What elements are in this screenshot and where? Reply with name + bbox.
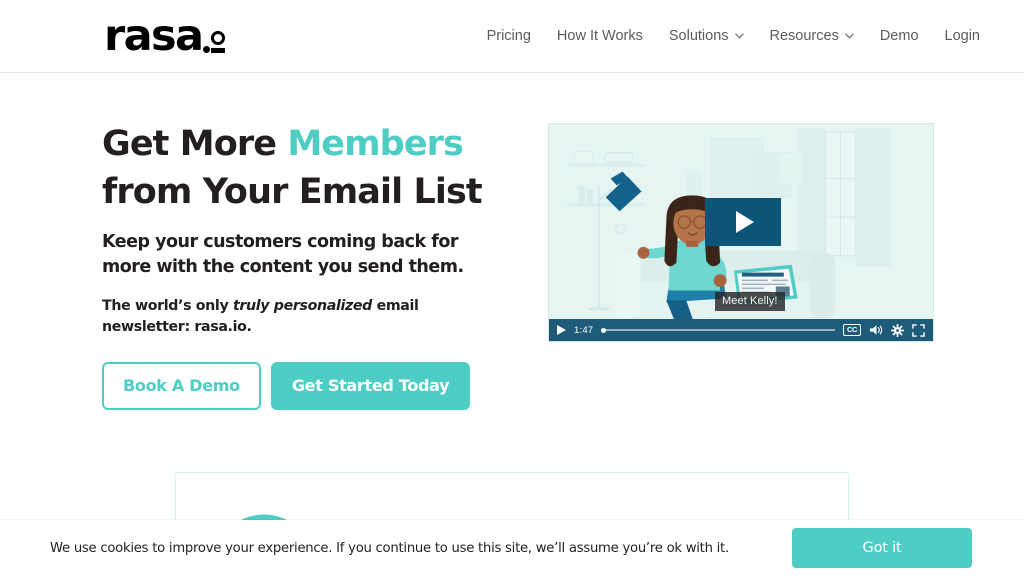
video-timestamp: 1:47 [574,324,594,336]
logo-underline-icon [211,48,226,54]
lede-emphasis: truly personalized [232,297,372,314]
hero-lede: The world’s only truly personalized emai… [102,296,432,338]
video-control-bar: 1:47 CC [549,319,933,341]
nav-label: Resources [769,28,839,44]
play-icon[interactable] [557,325,566,335]
cookie-message: We use cookies to improve your experienc… [50,540,729,556]
closed-captions-button[interactable]: CC [842,323,861,337]
get-started-today-button[interactable]: Get Started Today [270,361,471,410]
logo-io-mark [203,20,226,54]
cookie-consent-banner: We use cookies to improve your experienc… [0,520,1024,576]
main-navigation: Pricing How It Works Solutions Resources… [487,28,980,44]
nav-label: Demo [879,28,919,44]
headline-text-2: from Your Email List [102,171,483,212]
settings-button[interactable] [891,323,904,337]
hero-section: Get More Members from Your Email List Ke… [0,73,1024,410]
nav-item-demo[interactable]: Demo [880,28,919,44]
site-logo[interactable]: rasa [104,10,226,61]
nav-item-login[interactable]: Login [945,28,980,44]
logo-wordmark: rasa [104,10,204,61]
video-caption: Meet Kelly! [715,292,785,311]
logo-circle-icon [211,31,226,46]
nav-item-pricing[interactable]: Pricing [487,28,531,44]
nav-label: Pricing [486,28,531,44]
progress-rail [601,329,835,331]
nav-item-solutions[interactable]: Solutions [669,28,744,44]
nav-item-resources[interactable]: Resources [770,28,854,44]
hero-cta-row: Book A Demo Get Started Today [102,361,502,410]
hero-video-player[interactable]: Meet Kelly! 1:47 CC [548,123,934,342]
video-play-overlay-button[interactable] [705,198,781,246]
nav-label: Login [944,28,980,44]
fullscreen-icon [912,323,925,337]
headline-accent-word: Members [287,124,464,164]
lede-text-pre: The world’s only [102,297,233,314]
site-header: rasa Pricing How It Works Solutions Reso… [0,0,1024,73]
volume-button[interactable] [869,324,883,336]
chevron-down-icon [845,33,854,39]
nav-label: Solutions [668,28,729,44]
book-a-demo-button[interactable]: Book A Demo [102,361,261,410]
cookie-accept-button[interactable]: Got it [792,528,972,568]
nav-item-how-it-works[interactable]: How It Works [557,28,643,44]
hero-copy: Get More Members from Your Email List Ke… [102,121,502,410]
volume-icon [870,325,883,335]
nav-label: How It Works [556,28,643,44]
gear-icon [891,323,904,337]
video-progress-bar[interactable] [601,324,835,336]
logo-dot-icon [203,46,211,54]
fullscreen-button[interactable] [912,323,925,337]
play-icon [736,211,754,233]
cc-icon: CC [842,323,861,337]
progress-knob[interactable] [601,327,607,333]
hero-subheadline: Keep your customers coming back for more… [102,232,464,278]
page-title: Get More Members from Your Email List [102,121,502,216]
chevron-down-icon [734,33,744,39]
headline-text-1: Get More [102,124,288,164]
